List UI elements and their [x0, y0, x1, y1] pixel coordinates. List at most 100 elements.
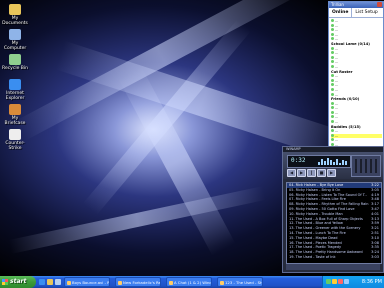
contact-label: ...	[335, 23, 339, 28]
contact-label: ...	[335, 87, 339, 92]
contact-label: ...	[335, 138, 339, 143]
contact-label: ...	[335, 106, 339, 111]
taskbar-button[interactable]: Boys Bounce.avi - RealPl	[64, 277, 110, 287]
status-icon	[331, 110, 334, 114]
contact-label: ...	[335, 32, 339, 37]
winamp-window[interactable]: WINAMP 0:32 ◀ ▶ ‖ ■ ▶ 04. Rick Halsen - …	[282, 146, 384, 273]
status-icon	[331, 55, 334, 59]
playlist-controls[interactable]	[286, 264, 380, 270]
messenger-tray-icon[interactable]	[326, 279, 331, 284]
contact-label: ...	[335, 115, 339, 120]
status-icon	[331, 78, 334, 82]
contact-label: ...	[335, 92, 339, 97]
show-desktop-icon[interactable]	[55, 279, 61, 285]
contact-label: ...	[335, 46, 339, 51]
tray-icons	[326, 279, 349, 284]
status-icon	[331, 19, 334, 22]
track-title: 19. The Used - Taste of Ink	[289, 254, 336, 259]
contact-label: Cut Roster	[331, 69, 353, 74]
contact-label: Friends (0/10)	[331, 97, 360, 102]
winamp-display: 0:32	[287, 155, 351, 168]
contact-label: ...	[335, 120, 339, 125]
network-icon[interactable]	[344, 279, 349, 284]
contact-label: ...	[335, 60, 339, 65]
taskbar: start Boys Bounce.avi - RealPl New Forkad…	[0, 276, 384, 288]
app-icon	[169, 281, 173, 285]
status-icon	[331, 129, 334, 133]
contact-label: ...	[335, 78, 339, 83]
desktop-icon[interactable]: My Documents	[2, 4, 28, 26]
desktop-icon-label: Recycle Bin	[2, 66, 28, 71]
taskbar-button-label: Boys Bounce.avi - RealPl	[72, 280, 110, 285]
prev-button[interactable]: ◀	[287, 169, 296, 177]
internet-explorer-icon	[9, 79, 21, 90]
status-icon	[331, 28, 334, 32]
clock[interactable]: 8:36 PM	[362, 276, 382, 288]
winamp-title-bar[interactable]: WINAMP	[283, 147, 383, 152]
status-icon	[331, 83, 334, 87]
status-icon	[331, 32, 334, 36]
messenger-title: Trillian	[331, 2, 344, 7]
status-icon	[331, 115, 334, 119]
status-icon	[331, 87, 334, 91]
contact-label: ...	[335, 51, 339, 56]
status-icon	[331, 92, 334, 96]
volume-icon[interactable]	[332, 279, 337, 284]
desktop-icon[interactable]: Counter-Strike	[2, 129, 28, 151]
stop-button[interactable]: ■	[317, 169, 326, 177]
app-icon	[118, 281, 122, 285]
internet-explorer-icon[interactable]	[39, 279, 45, 285]
track-duration: 3:03	[371, 254, 379, 259]
contact-label: ...	[335, 37, 339, 42]
contact-label: ...	[335, 28, 339, 33]
start-button[interactable]: start	[0, 276, 36, 288]
messenger-tabs: Online List Setup	[329, 8, 383, 18]
taskbar-button[interactable]: A Chat (1 & 2) Window	[166, 277, 212, 287]
contact-label: ...	[335, 129, 339, 134]
desktop-icon[interactable]: Recycle Bin	[2, 54, 28, 71]
taskbar-button[interactable]: 123 - The Used - Style...	[217, 277, 263, 287]
next-button[interactable]: ▶	[327, 169, 336, 177]
close-icon[interactable]	[377, 2, 382, 7]
desktop-icon-label: Internet Explorer	[5, 91, 25, 101]
playlist[interactable]: 04. Rick Halsen - Bye Bye Love 3:22 05. Ri…	[286, 182, 382, 264]
quick-launch	[39, 279, 61, 285]
desktop-icon-label: My Briefcase	[4, 116, 26, 126]
status-icon	[331, 23, 334, 27]
playback-controls: ◀ ▶ ‖ ■ ▶	[287, 169, 336, 177]
taskbar-button[interactable]: New Forkadelic's Re...	[115, 277, 161, 287]
desktop-icon[interactable]: My Briefcase	[2, 104, 28, 126]
desktop-icon-label: Counter-Strike	[5, 141, 25, 151]
desktop-icon-label: My Computer	[3, 41, 27, 51]
status-icon	[331, 74, 334, 78]
messenger-window[interactable]: Trillian Online List Setup .............…	[328, 1, 384, 148]
contact-label: ...	[335, 19, 339, 23]
desktop-icon[interactable]: My Computer	[2, 29, 28, 51]
contact-label: ...	[335, 133, 339, 138]
pause-button[interactable]: ‖	[307, 169, 316, 177]
antivirus-icon[interactable]	[338, 279, 343, 284]
play-button[interactable]: ▶	[297, 169, 306, 177]
briefcase-icon	[9, 104, 21, 115]
contact-label: ...	[335, 101, 339, 106]
status-icon	[331, 101, 334, 105]
counter-strike-icon	[9, 129, 21, 140]
contact-label: Buddies (5/15)	[331, 124, 361, 129]
desktop: My Documents My Computer Recycle Bin Intern…	[0, 0, 384, 276]
taskbar-button-label: New Forkadelic's Re...	[123, 280, 161, 285]
desktop-icon[interactable]: Internet Explorer	[2, 79, 28, 101]
app-icon	[220, 281, 224, 285]
windows-logo-icon	[2, 279, 8, 285]
contact-list[interactable]: ............... School Lame (0/14).......…	[329, 18, 383, 148]
tab-online[interactable]: Online	[329, 8, 353, 17]
computer-icon	[9, 29, 21, 40]
status-icon	[331, 120, 334, 124]
contact-label: ...	[335, 64, 339, 69]
folder-icon[interactable]	[47, 279, 53, 285]
status-icon	[331, 51, 334, 55]
playlist-item[interactable]: 19. The Used - Taste of Ink 3:03	[287, 255, 381, 260]
tab-list-setup[interactable]: List Setup	[352, 8, 380, 17]
equalizer[interactable]	[351, 155, 381, 177]
status-icon	[331, 133, 334, 137]
status-icon	[331, 37, 334, 41]
